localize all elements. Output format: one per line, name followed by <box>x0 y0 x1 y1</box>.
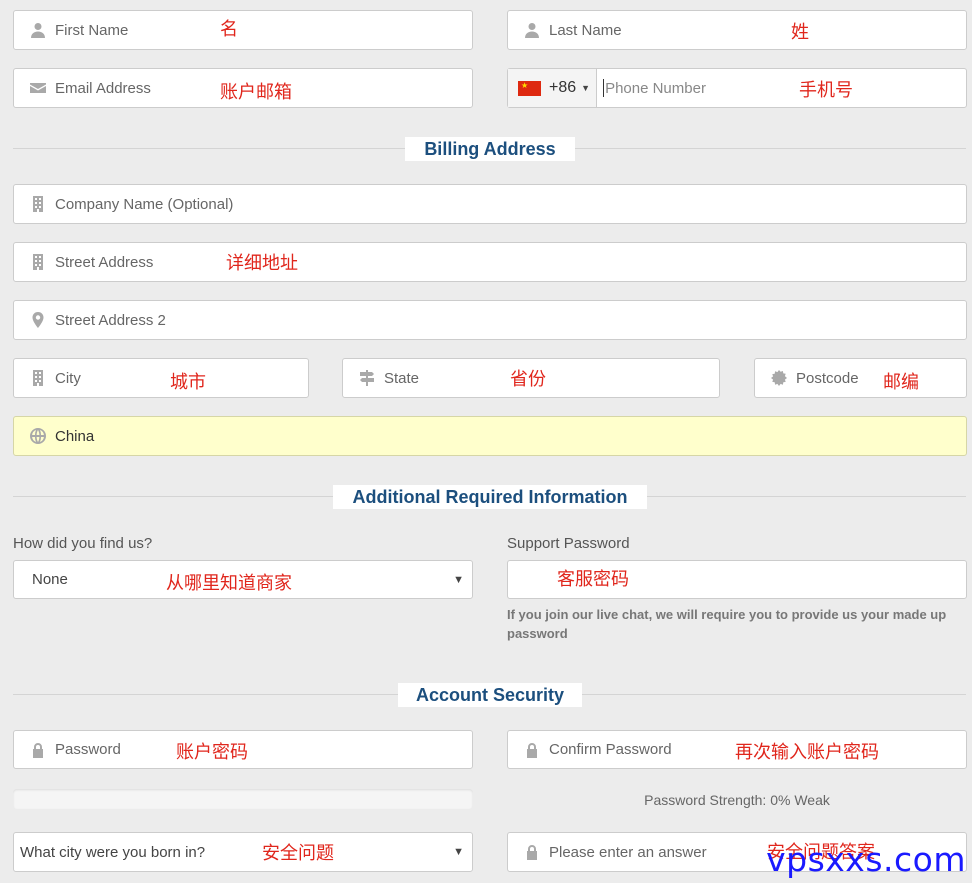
user-icon <box>523 21 541 39</box>
security-question-select[interactable]: What city were you born in? ▼ <box>13 832 473 872</box>
country-code: +86 <box>549 79 577 96</box>
company-placeholder: Company Name (Optional) <box>55 195 234 213</box>
find-us-value: None <box>32 571 68 588</box>
country-value: China <box>55 427 95 445</box>
phone-field[interactable]: ★ +86 ▼ Phone Number <box>507 68 967 108</box>
support-password-annotation: 客服密码 <box>557 569 629 590</box>
building-icon <box>29 195 47 213</box>
street-address-annotation: 详细地址 <box>226 253 298 274</box>
support-password-label: Support Password <box>507 535 630 552</box>
certificate-icon <box>770 369 788 387</box>
street-address-field[interactable]: Street Address <box>13 242 967 282</box>
caret-down-icon: ▼ <box>453 573 464 586</box>
user-icon <box>29 21 47 39</box>
state-placeholder: State <box>384 369 420 387</box>
find-us-label: How did you find us? <box>13 535 153 552</box>
password-strength-bar <box>13 789 473 809</box>
street-address-placeholder: Street Address <box>55 253 154 271</box>
city-annotation: 城市 <box>170 372 206 393</box>
state-annotation: 省份 <box>510 369 546 390</box>
additional-section-title: Additional Required Information <box>333 485 647 509</box>
building-icon <box>29 369 47 387</box>
text-cursor <box>603 79 605 97</box>
chevron-down-icon: ▼ <box>581 83 591 93</box>
lock-icon <box>29 741 47 759</box>
first-name-annotation: 名 <box>220 19 238 40</box>
envelope-icon <box>29 79 47 97</box>
postcode-annotation: 邮编 <box>883 372 919 393</box>
watermark: vpsxxs.com <box>766 840 966 879</box>
confirm-password-placeholder: Confirm Password <box>549 741 672 758</box>
first-name-field[interactable]: First Name <box>13 10 473 50</box>
china-flag-icon: ★ <box>518 80 541 96</box>
postcode-placeholder: Postcode <box>796 369 859 387</box>
caret-down-icon: ▼ <box>453 846 464 858</box>
password-strength-text: Password Strength: 0% Weak <box>644 792 830 808</box>
signpost-icon <box>358 369 376 387</box>
email-placeholder: Email Address <box>55 79 151 97</box>
postcode-field[interactable]: Postcode <box>754 358 967 398</box>
support-password-help: If you join our live chat, we will requi… <box>507 607 947 641</box>
security-question-value: What city were you born in? <box>20 843 206 861</box>
last-name-field[interactable]: Last Name <box>507 10 967 50</box>
phone-placeholder: Phone Number <box>605 79 706 97</box>
street-address-2-field[interactable]: Street Address 2 <box>13 300 967 340</box>
email-annotation: 账户邮箱 <box>220 82 292 103</box>
lock-icon <box>523 741 541 759</box>
globe-icon <box>29 427 47 445</box>
country-code-selector[interactable]: ★ +86 ▼ <box>508 69 598 107</box>
last-name-annotation: 姓 <box>791 22 809 43</box>
security-section-title: Account Security <box>398 683 582 707</box>
password-annotation: 账户密码 <box>176 742 248 763</box>
billing-section-title: Billing Address <box>405 137 575 161</box>
first-name-placeholder: First Name <box>55 21 129 39</box>
last-name-placeholder: Last Name <box>549 21 622 39</box>
phone-annotation: 手机号 <box>799 80 853 101</box>
city-field[interactable]: City <box>13 358 309 398</box>
company-field[interactable]: Company Name (Optional) <box>13 184 967 224</box>
find-us-annotation: 从哪里知道商家 <box>166 573 292 594</box>
street-address-2-placeholder: Street Address 2 <box>55 311 166 329</box>
city-placeholder: City <box>55 369 81 387</box>
map-marker-icon <box>29 311 47 329</box>
security-answer-placeholder: Please enter an answer <box>549 843 707 861</box>
lock-icon <box>523 843 541 861</box>
confirm-password-annotation: 再次输入账户密码 <box>735 742 879 763</box>
building-icon <box>29 253 47 271</box>
security-question-annotation: 安全问题 <box>262 843 334 864</box>
country-select[interactable]: China <box>13 416 967 456</box>
password-placeholder: Password <box>55 741 121 758</box>
